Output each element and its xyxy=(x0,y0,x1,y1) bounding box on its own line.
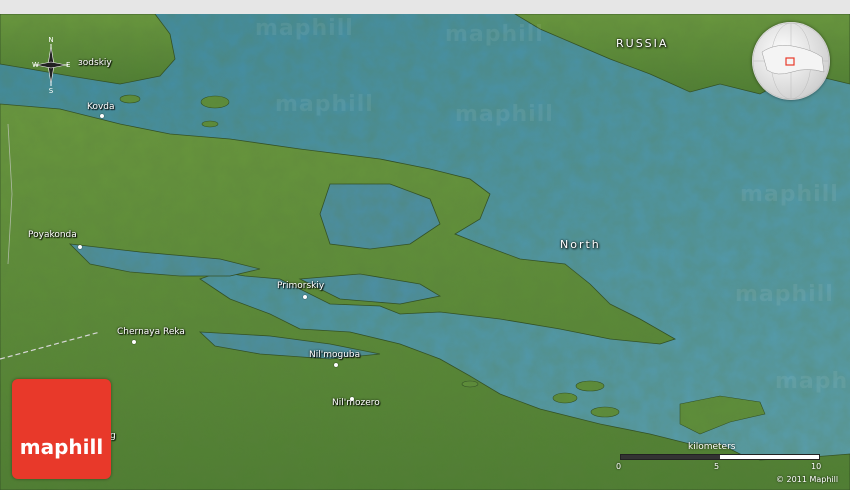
compass-south: S xyxy=(49,87,54,94)
place-label[interactable]: Poyakonda xyxy=(28,230,77,240)
place-marker xyxy=(334,363,338,367)
compass-north: N xyxy=(48,36,53,44)
scale-bar: kilometers 0 5 10 xyxy=(614,442,824,472)
compass-west: W xyxy=(32,61,39,69)
sea-label: North xyxy=(560,238,601,251)
map-terrain xyxy=(0,14,850,490)
watermark: maphill xyxy=(455,102,554,127)
place-label[interactable]: Primorskiy xyxy=(277,281,324,291)
scale-title: kilometers xyxy=(688,442,736,452)
place-label[interactable]: Kovda xyxy=(87,102,115,112)
scale-tick: 0 xyxy=(616,462,622,471)
place-marker xyxy=(132,340,136,344)
compass-east: E xyxy=(66,61,70,69)
maphill-logo[interactable]: maphill xyxy=(12,379,111,479)
watermark: maphill xyxy=(735,282,834,307)
place-label[interactable]: Nil'moguba xyxy=(309,350,360,360)
place-marker xyxy=(78,245,82,249)
logo-text: maphill xyxy=(19,435,104,459)
place-label[interactable]: Nil'mozero xyxy=(332,398,380,408)
watermark: maphill xyxy=(275,92,374,117)
country-label: RUSSIA xyxy=(616,37,669,50)
watermark: maphill xyxy=(255,16,354,41)
scale-bar-graphic xyxy=(620,454,820,460)
compass-icon: N S W E xyxy=(30,34,72,95)
watermark: maphill xyxy=(775,369,850,394)
place-label[interactable]: зodskiy xyxy=(78,58,112,68)
watermark: maphill xyxy=(445,22,544,47)
place-marker xyxy=(350,397,354,401)
place-label[interactable]: Chernaya Reka xyxy=(117,327,185,337)
place-marker xyxy=(100,114,104,118)
locator-globe-icon xyxy=(752,22,830,100)
watermark: maphill xyxy=(740,182,839,207)
scale-tick: 5 xyxy=(714,462,720,471)
scale-tick: 10 xyxy=(811,462,822,471)
satellite-map[interactable]: maphill maphill maphill maphill maphill … xyxy=(0,14,850,490)
place-marker xyxy=(303,295,307,299)
copyright-text: © 2011 Maphill xyxy=(776,475,839,484)
